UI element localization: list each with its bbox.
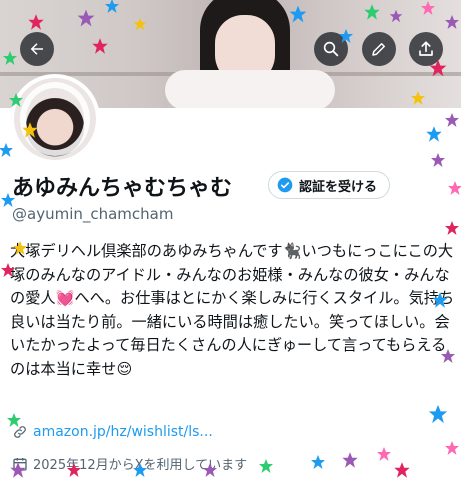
star-icon <box>394 462 410 478</box>
verify-button-label: 認証を受ける <box>299 179 378 195</box>
banner-hands <box>165 70 335 108</box>
star-icon <box>377 447 391 461</box>
pencil-icon <box>372 43 385 56</box>
star-icon <box>259 459 273 473</box>
avatar[interactable] <box>10 74 100 164</box>
verified-badge-icon <box>277 177 293 193</box>
star-icon <box>445 441 459 455</box>
bio-text: 大塚デリヘル倶楽部のあゆみちゃんです🐈‍⬛いつもにっこにこの大塚のみんなのアイド… <box>10 242 455 378</box>
avatar-veil <box>20 82 90 156</box>
star-icon <box>342 452 358 468</box>
join-date-text: 2025年12月からXを利用しています <box>33 458 248 473</box>
arrow-left-icon <box>30 43 43 55</box>
calendar-icon <box>13 457 27 471</box>
website-link[interactable]: amazon.jp/hz/wishlist/ls... <box>12 424 213 440</box>
star-icon <box>431 153 445 167</box>
verify-button[interactable]: 認証を受ける <box>268 171 391 199</box>
star-icon <box>448 181 461 195</box>
join-date: 2025年12月からXを利用しています <box>12 454 247 473</box>
star-icon <box>445 221 459 235</box>
display-name: あゆみんちゃむちゃむ <box>12 176 233 201</box>
back-button[interactable] <box>20 32 54 66</box>
link-icon <box>14 426 26 438</box>
star-icon <box>311 455 325 469</box>
website-link-text[interactable]: amazon.jp/hz/wishlist/ls... <box>33 424 213 440</box>
share-icon <box>419 41 433 56</box>
star-icon <box>445 113 459 127</box>
star-icon <box>0 143 13 157</box>
handle: @ayumin_chamcham <box>12 205 174 223</box>
star-icon <box>426 126 442 142</box>
share-button[interactable] <box>409 32 443 66</box>
star-icon <box>428 404 448 424</box>
search-button[interactable] <box>314 32 348 66</box>
search-icon <box>323 41 339 57</box>
edit-button[interactable] <box>362 32 396 66</box>
